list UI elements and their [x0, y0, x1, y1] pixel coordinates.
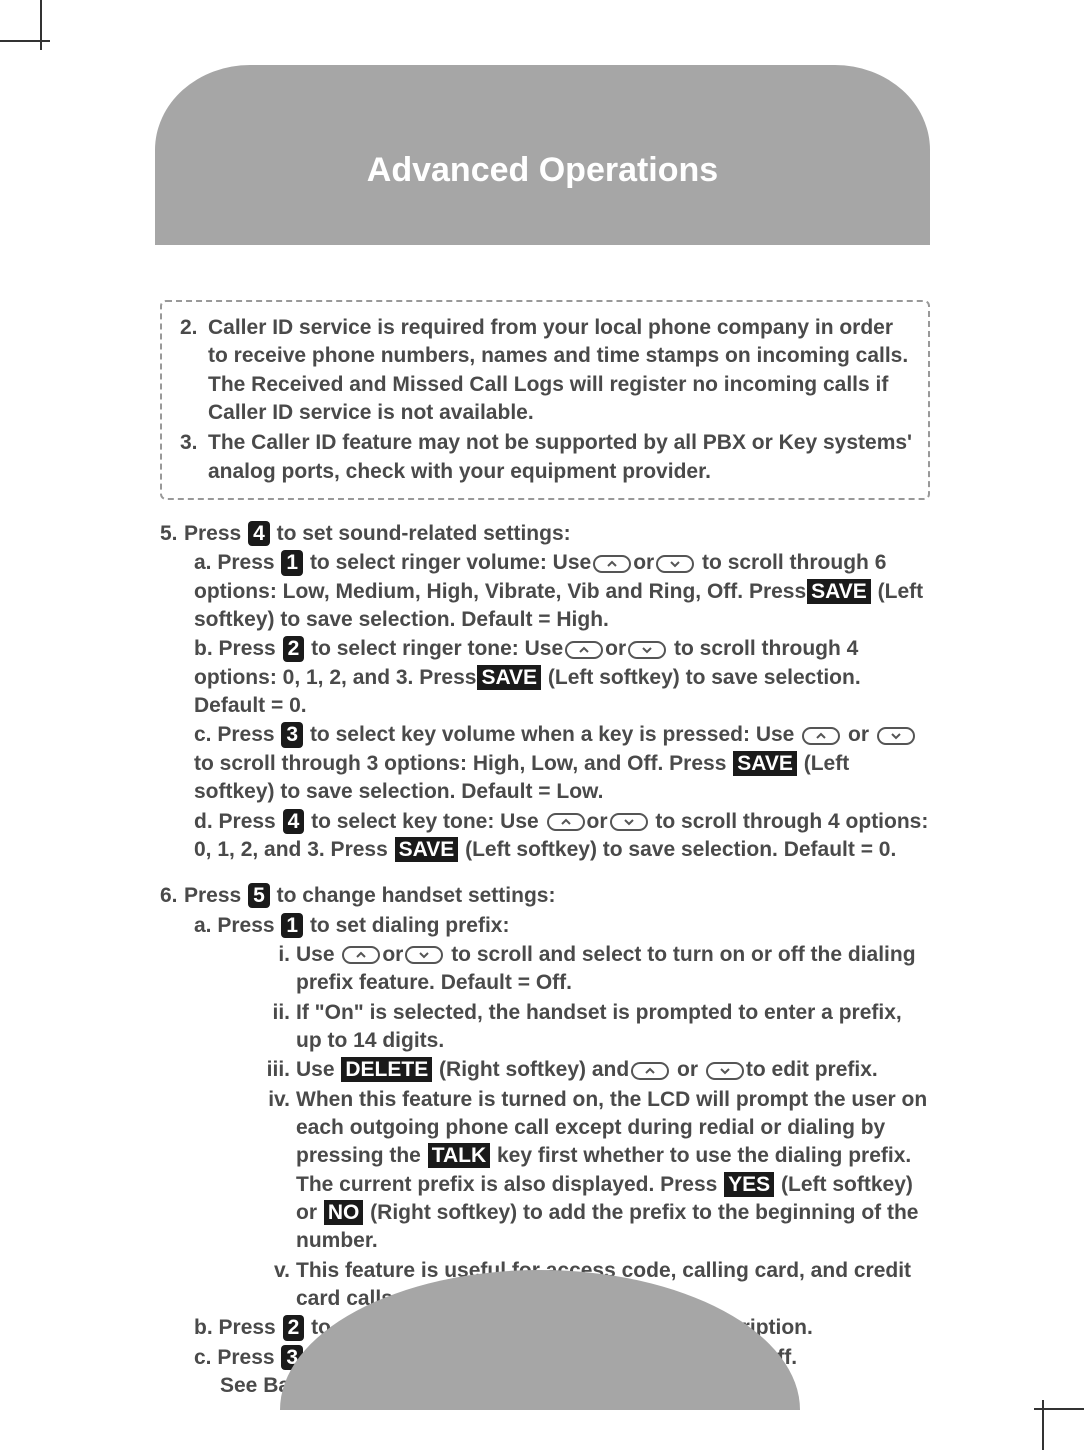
crop-mark	[1034, 1408, 1084, 1410]
crop-mark	[0, 40, 50, 42]
key-1-icon: 1	[281, 550, 303, 575]
notice-text: Caller ID service is required from your …	[208, 314, 914, 427]
key-5-icon: 5	[248, 883, 270, 908]
up-arrow-icon	[593, 555, 631, 573]
down-arrow-icon	[628, 641, 666, 659]
no-key: NO	[324, 1200, 364, 1225]
delete-key: DELETE	[341, 1057, 432, 1082]
roman-item: ii. If "On" is selected, the handset is …	[264, 999, 930, 1056]
sub-item: b. Press 2 to select ringer tone: Useor …	[194, 635, 930, 720]
notice-item: 2. Caller ID service is required from yo…	[180, 314, 914, 427]
page-title: Advanced Operations	[367, 151, 718, 190]
notice-text: The Caller ID feature may not be support…	[208, 429, 914, 486]
save-key: SAVE	[733, 751, 797, 776]
header-banner: Advanced Operations	[155, 65, 930, 245]
talk-key: TALK	[428, 1143, 490, 1168]
key-2-icon: 2	[283, 1315, 305, 1340]
sub-item: a. Press 1 to select ringer volume: Useo…	[194, 549, 930, 634]
notice-box: 2. Caller ID service is required from yo…	[160, 300, 930, 500]
sub-item: c. Press 3 to select key volume when a k…	[194, 721, 930, 806]
down-arrow-icon	[610, 813, 648, 831]
roman-item: i. Use or to scroll and select to turn o…	[264, 941, 930, 998]
key-1-icon: 1	[281, 913, 303, 938]
key-2-icon: 2	[283, 636, 305, 661]
section-5: 5. Press 4 to set sound-related settings…	[160, 520, 930, 864]
down-arrow-icon	[656, 555, 694, 573]
up-arrow-icon	[565, 641, 603, 659]
save-key: SAVE	[477, 665, 541, 690]
up-arrow-icon	[802, 727, 840, 745]
section-number: 6.	[160, 882, 184, 910]
list-number: 3.	[180, 429, 208, 486]
down-arrow-icon	[706, 1062, 744, 1080]
roman-item: iv. When this feature is turned on, the …	[264, 1086, 930, 1256]
yes-key: YES	[724, 1172, 774, 1197]
notice-item: 3. The Caller ID feature may not be supp…	[180, 429, 914, 486]
save-key: SAVE	[807, 579, 871, 604]
sub-item: d. Press 4 to select key tone: Use or to…	[194, 808, 930, 865]
key-3-icon: 3	[281, 722, 303, 747]
content-area: 2. Caller ID service is required from yo…	[160, 300, 930, 1418]
down-arrow-icon	[877, 727, 915, 745]
section-number: 5.	[160, 520, 184, 548]
key-4-icon: 4	[248, 521, 270, 546]
roman-item: iii. Use DELETE (Right softkey) and or t…	[264, 1056, 930, 1084]
up-arrow-icon	[547, 813, 585, 831]
key-4-icon: 4	[283, 809, 305, 834]
section-lead: Press 4 to set sound-related settings:	[184, 520, 571, 548]
down-arrow-icon	[405, 946, 443, 964]
save-key: SAVE	[395, 837, 459, 862]
section-lead: Press 5 to change handset settings:	[184, 882, 555, 910]
up-arrow-icon	[342, 946, 380, 964]
list-number: 2.	[180, 314, 208, 427]
sub-item: a. Press 1 to set dialing prefix:	[194, 912, 930, 940]
crop-mark	[40, 0, 42, 50]
up-arrow-icon	[631, 1062, 669, 1080]
